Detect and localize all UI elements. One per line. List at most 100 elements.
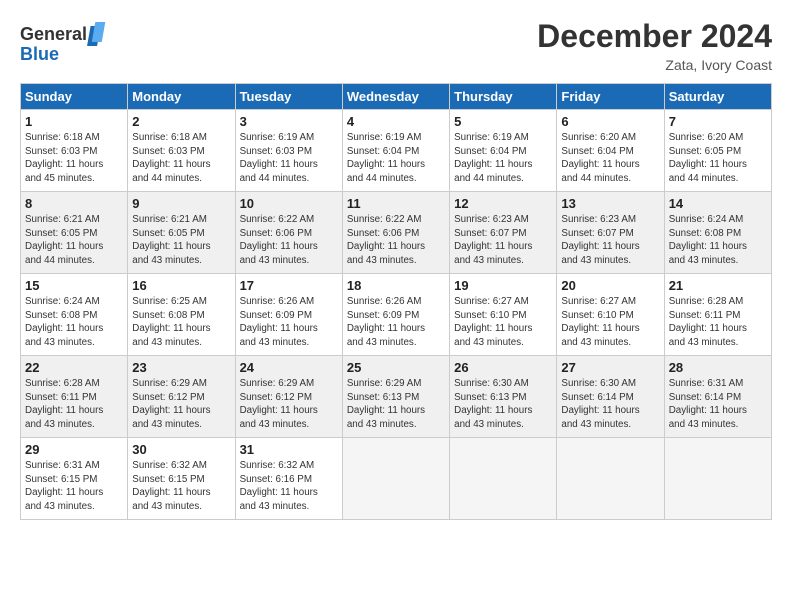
table-row: 10 Sunrise: 6:22 AM Sunset: 6:06 PM Dayli… (235, 192, 342, 274)
table-row: 17Sunrise: 6:26 AM Sunset: 6:09 PM Dayli… (235, 274, 342, 356)
day-info: Sunrise: 6:26 AM Sunset: 6:09 PM Dayligh… (240, 295, 338, 350)
day-info: Sunrise: 6:26 AM Sunset: 6:09 PM Dayligh… (347, 295, 445, 350)
day-number: 8 (25, 196, 123, 211)
day-info: Sunrise: 6:18 AM Sunset: 6:03 PM Dayligh… (132, 131, 230, 186)
day-info: Sunrise: 6:31 AM Sunset: 6:14 PM Dayligh… (669, 377, 767, 432)
day-info: Sunrise: 6:27 AM Sunset: 6:10 PM Dayligh… (454, 295, 552, 350)
table-row: 15Sunrise: 6:24 AM Sunset: 6:08 PM Dayli… (21, 274, 128, 356)
table-row: 25Sunrise: 6:29 AM Sunset: 6:13 PM Dayli… (342, 356, 449, 438)
calendar-table: Sunday Monday Tuesday Wednesday Thursday… (20, 83, 772, 520)
day-info: Sunrise: 6:29 AM Sunset: 6:12 PM Dayligh… (132, 377, 230, 432)
day-info: Sunrise: 6:22 AM Sunset: 6:06 PM Dayligh… (240, 213, 338, 268)
header: General Blue December 2024 Zata, Ivory C… (20, 18, 772, 73)
table-row: 9 Sunrise: 6:21 AM Sunset: 6:05 PM Daylig… (128, 192, 235, 274)
table-row (450, 438, 557, 520)
table-row: 28 Sunrise: 6:31 AM Sunset: 6:14 PM Dayli… (664, 356, 771, 438)
table-row: 23 Sunrise: 6:29 AM Sunset: 6:12 PM Dayli… (128, 356, 235, 438)
table-row (664, 438, 771, 520)
table-row: 13 Sunrise: 6:23 AM Sunset: 6:07 PM Dayli… (557, 192, 664, 274)
day-info: Sunrise: 6:23 AM Sunset: 6:07 PM Dayligh… (454, 213, 552, 268)
day-info: Sunrise: 6:24 AM Sunset: 6:08 PM Dayligh… (669, 213, 767, 268)
calendar-week-row: 1 Sunrise: 6:18 AM Sunset: 6:03 PM Daylig… (21, 110, 772, 192)
day-info: Sunrise: 6:19 AM Sunset: 6:03 PM Dayligh… (240, 131, 338, 186)
day-number: 24 (240, 360, 338, 375)
title-area: December 2024 Zata, Ivory Coast (537, 18, 772, 73)
day-info: Sunrise: 6:21 AM Sunset: 6:05 PM Dayligh… (132, 213, 230, 268)
table-row: 14 Sunrise: 6:24 AM Sunset: 6:08 PM Dayli… (664, 192, 771, 274)
day-number: 9 (132, 196, 230, 211)
day-number: 14 (669, 196, 767, 211)
day-info: Sunrise: 6:29 AM Sunset: 6:12 PM Dayligh… (240, 377, 338, 432)
col-saturday: Saturday (664, 84, 771, 110)
table-row: 7 Sunrise: 6:20 AM Sunset: 6:05 PM Daylig… (664, 110, 771, 192)
day-number: 29 (25, 442, 123, 457)
table-row: 21Sunrise: 6:28 AM Sunset: 6:11 PM Dayli… (664, 274, 771, 356)
calendar-week-row: 15Sunrise: 6:24 AM Sunset: 6:08 PM Dayli… (21, 274, 772, 356)
day-info: Sunrise: 6:28 AM Sunset: 6:11 PM Dayligh… (25, 377, 123, 432)
day-number: 30 (132, 442, 230, 457)
svg-text:Blue: Blue (20, 44, 59, 64)
day-info: Sunrise: 6:19 AM Sunset: 6:04 PM Dayligh… (347, 131, 445, 186)
col-wednesday: Wednesday (342, 84, 449, 110)
logo-wordmark: General Blue (20, 18, 110, 73)
day-number: 15 (25, 278, 123, 293)
day-number: 19 (454, 278, 552, 293)
day-number: 12 (454, 196, 552, 211)
table-row: 29Sunrise: 6:31 AM Sunset: 6:15 PM Dayli… (21, 438, 128, 520)
day-number: 26 (454, 360, 552, 375)
day-number: 6 (561, 114, 659, 129)
col-thursday: Thursday (450, 84, 557, 110)
day-number: 7 (669, 114, 767, 129)
col-monday: Monday (128, 84, 235, 110)
table-row: 19 Sunrise: 6:27 AM Sunset: 6:10 PM Dayli… (450, 274, 557, 356)
table-row: 8Sunrise: 6:21 AM Sunset: 6:05 PM Daylig… (21, 192, 128, 274)
table-row: 27 Sunrise: 6:30 AM Sunset: 6:14 PM Dayli… (557, 356, 664, 438)
table-row: 3 Sunrise: 6:19 AM Sunset: 6:03 PM Daylig… (235, 110, 342, 192)
day-info: Sunrise: 6:19 AM Sunset: 6:04 PM Dayligh… (454, 131, 552, 186)
table-row: 6 Sunrise: 6:20 AM Sunset: 6:04 PM Daylig… (557, 110, 664, 192)
table-row: 20 Sunrise: 6:27 AM Sunset: 6:10 PM Dayli… (557, 274, 664, 356)
day-info: Sunrise: 6:27 AM Sunset: 6:10 PM Dayligh… (561, 295, 659, 350)
day-number: 28 (669, 360, 767, 375)
table-row: 1Sunrise: 6:18 AM Sunset: 6:03 PM Daylig… (21, 110, 128, 192)
table-row: 31Sunrise: 6:32 AM Sunset: 6:16 PM Dayli… (235, 438, 342, 520)
day-number: 10 (240, 196, 338, 211)
day-info: Sunrise: 6:20 AM Sunset: 6:04 PM Dayligh… (561, 131, 659, 186)
page: General Blue December 2024 Zata, Ivory C… (0, 0, 792, 530)
day-number: 1 (25, 114, 123, 129)
day-number: 20 (561, 278, 659, 293)
day-number: 2 (132, 114, 230, 129)
col-friday: Friday (557, 84, 664, 110)
day-info: Sunrise: 6:23 AM Sunset: 6:07 PM Dayligh… (561, 213, 659, 268)
day-number: 27 (561, 360, 659, 375)
day-number: 23 (132, 360, 230, 375)
day-number: 22 (25, 360, 123, 375)
day-number: 25 (347, 360, 445, 375)
logo: General Blue (20, 18, 110, 73)
table-row: 18Sunrise: 6:26 AM Sunset: 6:09 PM Dayli… (342, 274, 449, 356)
day-number: 21 (669, 278, 767, 293)
table-row: 12 Sunrise: 6:23 AM Sunset: 6:07 PM Dayli… (450, 192, 557, 274)
day-number: 16 (132, 278, 230, 293)
svg-text:General: General (20, 24, 87, 44)
calendar-header-row: Sunday Monday Tuesday Wednesday Thursday… (21, 84, 772, 110)
table-row: 26Sunrise: 6:30 AM Sunset: 6:13 PM Dayli… (450, 356, 557, 438)
day-number: 5 (454, 114, 552, 129)
day-number: 11 (347, 196, 445, 211)
calendar-week-row: 8 Sunrise: 6:21 AM Sunset: 6:05 PM Daylig… (21, 192, 772, 274)
day-info: Sunrise: 6:20 AM Sunset: 6:05 PM Dayligh… (669, 131, 767, 186)
table-row: 22 Sunrise: 6:28 AM Sunset: 6:11 PM Dayli… (21, 356, 128, 438)
day-info: Sunrise: 6:32 AM Sunset: 6:15 PM Dayligh… (132, 459, 230, 514)
table-row: 2 Sunrise: 6:18 AM Sunset: 6:03 PM Daylig… (128, 110, 235, 192)
calendar-week-row: 29Sunrise: 6:31 AM Sunset: 6:15 PM Dayli… (21, 438, 772, 520)
table-row (557, 438, 664, 520)
day-number: 31 (240, 442, 338, 457)
day-info: Sunrise: 6:30 AM Sunset: 6:14 PM Dayligh… (561, 377, 659, 432)
day-info: Sunrise: 6:22 AM Sunset: 6:06 PM Dayligh… (347, 213, 445, 268)
table-row: 24 Sunrise: 6:29 AM Sunset: 6:12 PM Dayli… (235, 356, 342, 438)
table-row: 4 Sunrise: 6:19 AM Sunset: 6:04 PM Daylig… (342, 110, 449, 192)
day-number: 13 (561, 196, 659, 211)
day-number: 4 (347, 114, 445, 129)
day-number: 3 (240, 114, 338, 129)
month-title: December 2024 (537, 18, 772, 55)
